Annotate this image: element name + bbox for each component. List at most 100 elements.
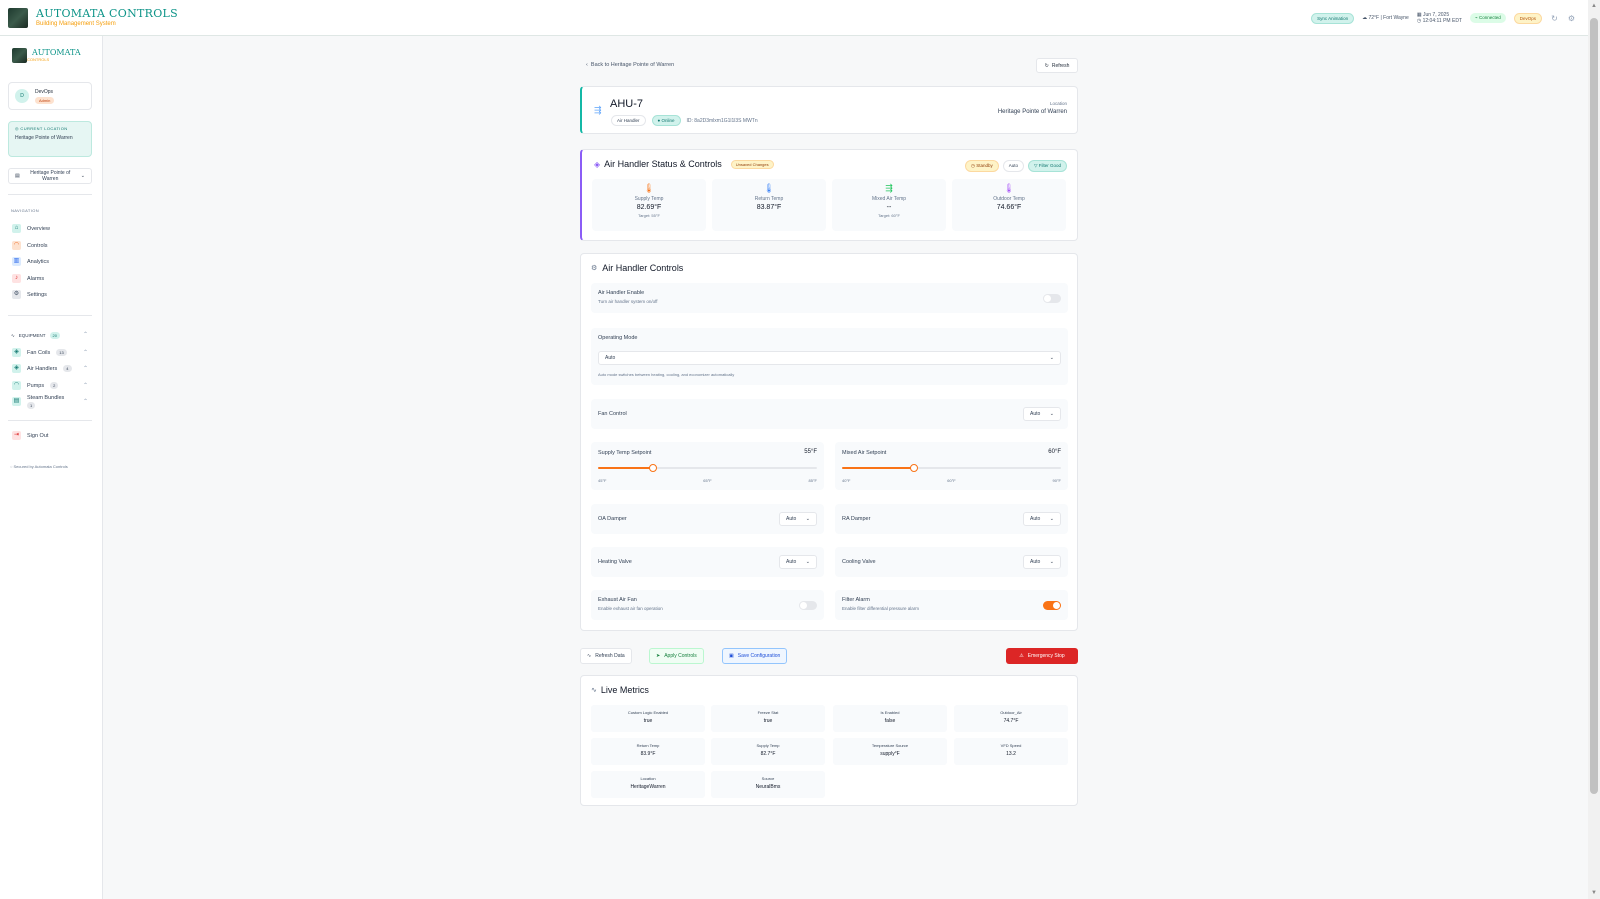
chevron-up-icon[interactable]: ⌃: [83, 382, 88, 389]
emergency-stop-label: Emergency Stop: [1027, 653, 1065, 659]
slider-thumb[interactable]: [910, 464, 919, 472]
equipment-heading[interactable]: ∿ EQUIPMENT 20: [11, 332, 60, 339]
ra-damper-select[interactable]: Auto ⌄: [1023, 512, 1061, 526]
metric-value: 13.2: [1006, 751, 1016, 757]
chevron-up-icon[interactable]: ⌃: [83, 398, 88, 405]
steam-icon: ▤: [12, 397, 21, 406]
oa-damper-value: Auto: [786, 516, 797, 522]
online-status-chip: ● Online: [651, 115, 681, 126]
nav-item-analytics[interactable]: ▥ Analytics: [12, 257, 49, 266]
operating-mode-row: Operating Mode Auto ⌄ Auto mode switches…: [591, 328, 1068, 385]
supply-setpoint-label: Supply Temp Setpoint: [598, 450, 652, 456]
connection-status: ⌁ Connected: [1469, 13, 1506, 23]
filter-badge: ▽ Filter Good: [1028, 160, 1067, 172]
oa-damper-select[interactable]: Auto ⌄: [779, 512, 817, 526]
location-select[interactable]: ▤ Heritage Pointe of Warren ⌄: [8, 168, 92, 184]
sign-out-button[interactable]: ⇥ Sign Out: [12, 431, 48, 440]
fan-icon: ◈: [12, 348, 21, 357]
tick-label: 45°F: [598, 478, 607, 483]
slider-thumb[interactable]: [648, 464, 657, 472]
brand: AUTOMATA CONTROLS Building Management Sy…: [36, 8, 178, 27]
return-temp-tile: 🌡︎ Return Temp 83.87°F: [712, 179, 826, 231]
scrollbar-thumb[interactable]: [1590, 18, 1598, 794]
tile-value: 74.66°F: [996, 204, 1022, 211]
back-link[interactable]: ‹ Back to Heritage Pointe of Warren: [586, 62, 674, 68]
enable-label: Air Handler Enable: [598, 290, 645, 296]
supply-setpoint-slider[interactable]: [598, 464, 817, 472]
pump-icon: ◠: [12, 381, 21, 390]
operating-mode-select[interactable]: Auto ⌄: [598, 351, 1061, 365]
tile-label: Supply Temp: [634, 196, 664, 202]
settings-icon[interactable]: ⚙: [1567, 14, 1576, 23]
tick-label: 40°F: [842, 478, 851, 483]
slider-fill: [842, 467, 915, 469]
metric-key: Temperature Source: [871, 743, 909, 748]
scroll-down-arrow-icon[interactable]: ▼: [1590, 889, 1598, 897]
current-location-value: Heritage Pointe of Warren: [15, 135, 73, 141]
supply-setpoint-row: Supply Temp Setpoint 55°F 45°F 65°F 85°F: [591, 442, 824, 490]
cooling-valve-select[interactable]: Auto ⌄: [1023, 555, 1061, 569]
user-card[interactable]: D DevOps Admin: [8, 82, 92, 110]
apply-controls-button[interactable]: ➤ Apply Controls: [649, 648, 704, 664]
scroll-up-arrow-icon[interactable]: ▲: [1590, 2, 1598, 10]
filter-alarm-toggle[interactable]: [1043, 601, 1061, 610]
tile-label: Outdoor Temp: [993, 196, 1025, 202]
activity-icon: ∿: [587, 653, 592, 659]
refresh-data-label: Refresh Data: [595, 653, 625, 659]
activity-icon: ∿: [11, 332, 15, 338]
mixed-slider-ticks: 40°F 60°F 90°F: [842, 478, 1061, 483]
fan-control-select[interactable]: Auto ⌄: [1023, 407, 1061, 421]
equipment-steam-bundles[interactable]: ▤ Steam Bundles 1: [12, 395, 64, 410]
heating-valve-value: Auto: [786, 559, 797, 565]
cooling-valve-row: Cooling Valve Auto ⌄: [835, 547, 1068, 577]
mixed-setpoint-slider[interactable]: [842, 464, 1061, 472]
brand-logo: [8, 7, 28, 28]
exhaust-fan-row: Exhaust Air Fan Enable exhaust air fan o…: [591, 590, 824, 620]
building-icon: ▤: [15, 173, 20, 179]
exhaust-fan-toggle[interactable]: [799, 601, 817, 610]
nav-item-controls[interactable]: ◠ Controls: [12, 241, 47, 250]
refresh-button[interactable]: ↻ Refresh: [1036, 58, 1078, 73]
nav-item-alarms[interactable]: ♪ Alarms: [12, 274, 44, 283]
equipment-air-handlers[interactable]: ◈ Air Handlers 4: [12, 364, 72, 373]
wind-icon: ⇶: [885, 183, 893, 193]
chart-icon: ▥: [12, 257, 21, 266]
equipment-label: Air Handlers: [27, 365, 58, 372]
equipment-fan-coils[interactable]: ◈ Fan Coils 13: [12, 348, 67, 357]
refresh-icon[interactable]: ↻: [1550, 14, 1559, 23]
filter-alarm-label: Filter Alarm: [842, 597, 870, 603]
cooling-valve-label: Cooling Valve: [842, 559, 876, 565]
nav-item-settings[interactable]: ⚙ Settings: [12, 290, 47, 299]
brand-subtitle: Building Management System: [36, 21, 116, 27]
equipment-pumps[interactable]: ◠ Pumps 2: [12, 381, 59, 390]
connection-text: Connected: [1478, 15, 1501, 20]
bell-icon: ♪: [12, 274, 21, 283]
operating-mode-value: Auto: [605, 355, 616, 361]
tick-label: 85°F: [808, 478, 818, 483]
chevron-up-icon[interactable]: ⌃: [83, 331, 88, 338]
sync-animation-pill[interactable]: Sync Animation: [1311, 12, 1355, 24]
live-metrics-card: ∿ Live Metrics Custom Logic Enabled true…: [580, 675, 1078, 806]
emergency-stop-button[interactable]: ⚠ Emergency Stop: [1006, 648, 1078, 664]
metric-value: 83.9°F: [640, 751, 656, 757]
nav-item-overview[interactable]: ⌂ Overview: [12, 224, 50, 233]
equipment-location: Location Heritage Pointe of Warren: [998, 101, 1067, 115]
nav-item-label: Analytics: [27, 258, 50, 265]
standby-badge: ◷ Standby: [965, 160, 999, 172]
save-configuration-button[interactable]: ▣ Save Configuration: [722, 648, 788, 664]
heating-valve-select[interactable]: Auto ⌄: [779, 555, 817, 569]
metric-tile: Freeze Stat true: [711, 705, 825, 732]
chevron-up-icon[interactable]: ⌃: [83, 365, 88, 372]
refresh-data-button[interactable]: ∿ Refresh Data: [580, 648, 632, 664]
metric-value: 82.7°F: [760, 751, 776, 757]
ra-damper-label: RA Damper: [842, 516, 871, 522]
controls-card: ⚙ Air Handler Controls Air Handler Enabl…: [580, 253, 1078, 631]
heating-valve-row: Heating Valve Auto ⌄: [591, 547, 824, 577]
page-scrollbar[interactable]: ▲ ▼: [1588, 0, 1600, 899]
tile-value: --: [886, 204, 892, 211]
chevron-up-icon[interactable]: ⌃: [83, 349, 88, 356]
refresh-button-label: Refresh: [1051, 62, 1070, 69]
equipment-header-card: ⇶ AHU-7 Air Handler ● Online ID: 8a2D3ml…: [580, 86, 1078, 134]
filter-alarm-description: Enable filter differential pressure alar…: [842, 606, 919, 611]
enable-toggle[interactable]: [1043, 294, 1061, 303]
